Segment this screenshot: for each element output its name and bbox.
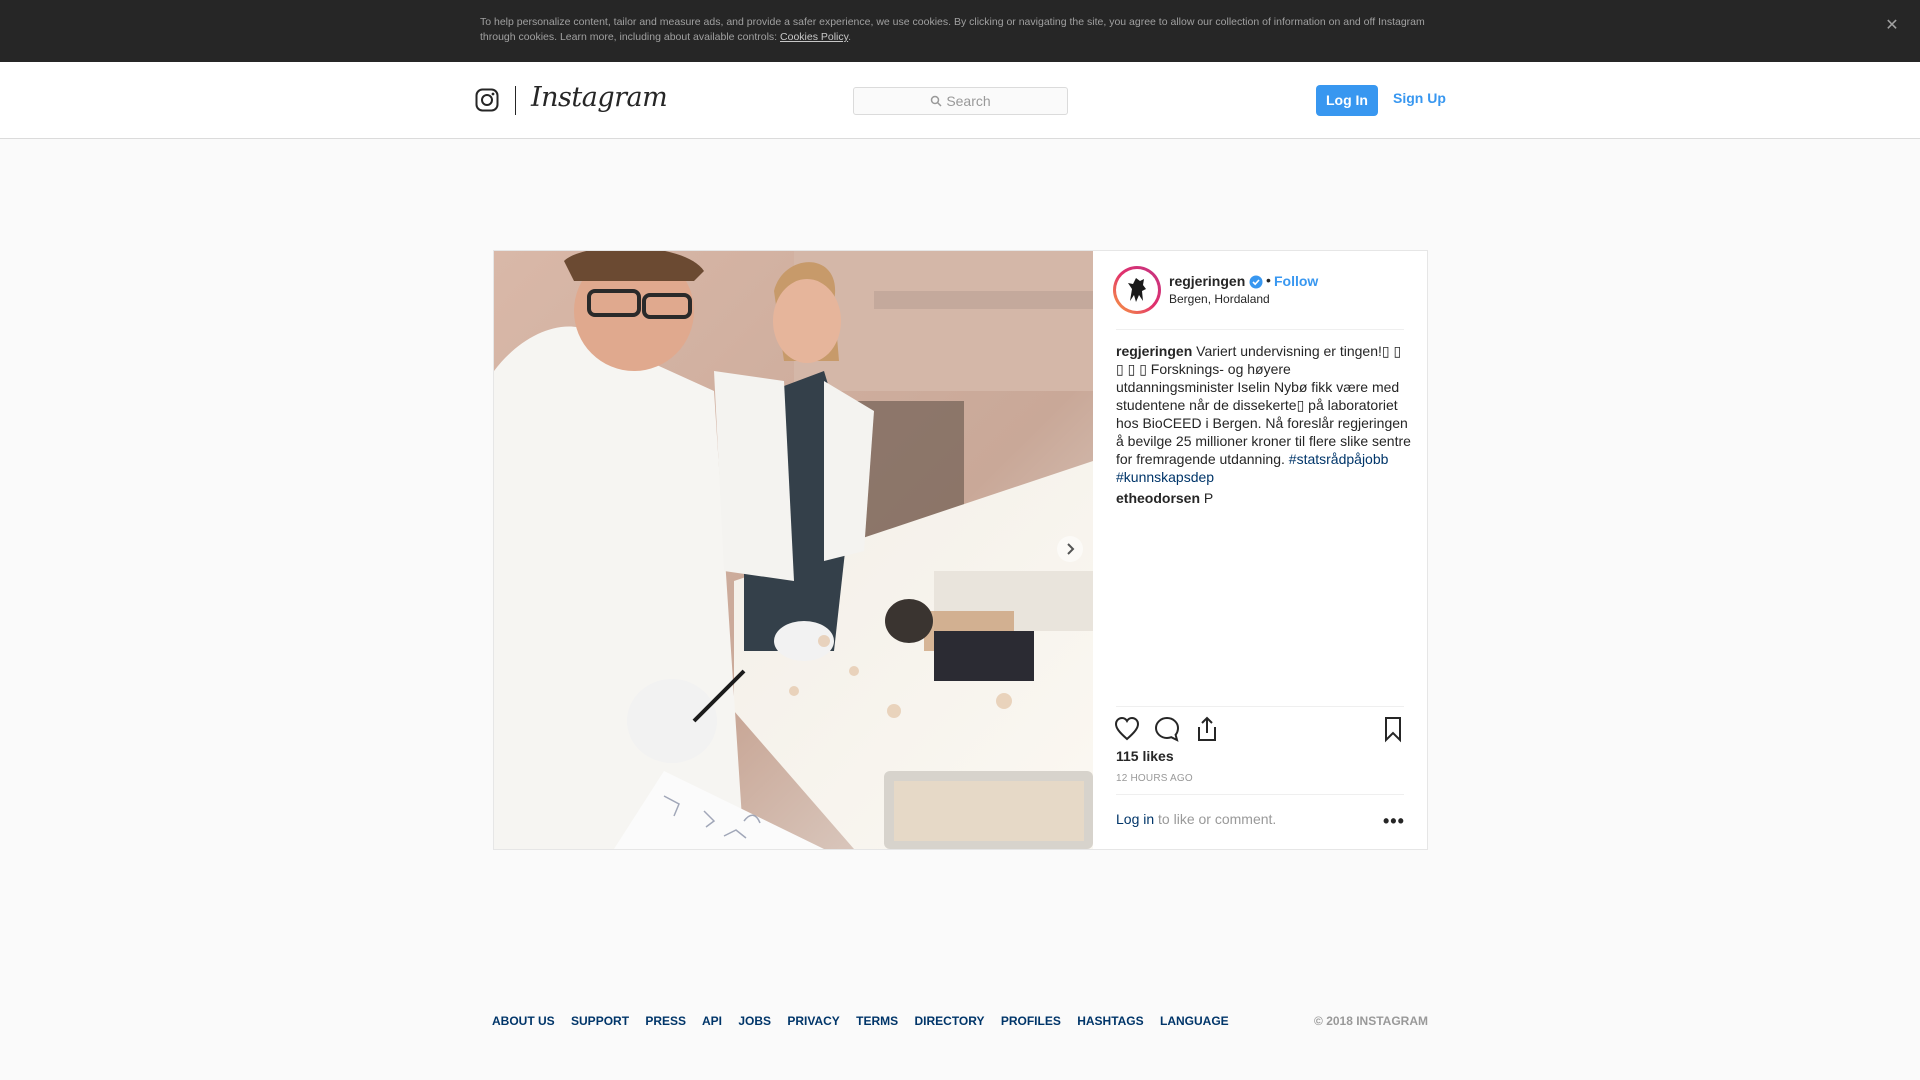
- instagram-wordmark[interactable]: Instagram: [531, 82, 668, 113]
- post-location[interactable]: Bergen, Hordaland: [1169, 292, 1270, 306]
- signup-link[interactable]: Sign Up: [1393, 90, 1446, 106]
- footer-link-language[interactable]: LANGUAGE: [1160, 1014, 1229, 1028]
- likes-count[interactable]: 115 likes: [1116, 748, 1174, 764]
- chevron-right-icon: [1067, 543, 1075, 555]
- cookie-text: To help personalize content, tailor and …: [480, 16, 1425, 43]
- share-icon[interactable]: [1193, 715, 1221, 743]
- bookmark-icon[interactable]: [1379, 715, 1407, 743]
- caption-text: Variert undervisning er tingen!▯ ▯ ▯ ▯ ▯…: [1116, 343, 1411, 467]
- login-prompt-text: to like or comment.: [1154, 811, 1277, 827]
- copyright: © 2018 INSTAGRAM: [1314, 1014, 1428, 1028]
- footer-link-terms[interactable]: TERMS: [856, 1014, 898, 1028]
- footer-link-profiles[interactable]: PROFILES: [1001, 1014, 1061, 1028]
- actions-divider: [1116, 706, 1404, 707]
- footer-link-api[interactable]: API: [702, 1014, 722, 1028]
- instagram-glyph-icon[interactable]: [475, 88, 499, 112]
- more-options-icon[interactable]: •••: [1383, 811, 1405, 832]
- nav-divider: [515, 86, 516, 115]
- post-sidebar: regjeringen • Follow Bergen, Hordaland r…: [1093, 251, 1427, 849]
- footer-link-privacy[interactable]: PRIVACY: [787, 1014, 839, 1028]
- hashtag-link[interactable]: #statsrådpåjobb: [1289, 451, 1389, 467]
- heart-icon[interactable]: [1113, 715, 1141, 743]
- footer-links: ABOUT US SUPPORT PRESS API JOBS PRIVACY …: [492, 1014, 1242, 1028]
- cookie-banner: To help personalize content, tailor and …: [0, 0, 1920, 62]
- verified-badge-icon: [1249, 275, 1263, 289]
- search-placeholder: Search: [946, 93, 991, 109]
- footer-link-about-us[interactable]: ABOUT US: [492, 1014, 555, 1028]
- post-image: [494, 251, 1093, 849]
- cookie-banner-text: To help personalize content, tailor and …: [480, 15, 1440, 45]
- close-icon[interactable]: ✕: [1882, 16, 1902, 36]
- post-caption: regjeringen Variert undervisning er ting…: [1116, 342, 1411, 486]
- caption-username[interactable]: regjeringen: [1116, 343, 1192, 359]
- cookie-text-end: .: [848, 31, 852, 43]
- footer-link-hashtags[interactable]: HASHTAGS: [1077, 1014, 1143, 1028]
- cookies-policy-link[interactable]: Cookies Policy: [780, 31, 848, 43]
- login-prompt: Log in to like or comment.: [1116, 811, 1276, 827]
- post-card: regjeringen • Follow Bergen, Hordaland r…: [493, 250, 1428, 850]
- search-input[interactable]: Search: [853, 87, 1068, 115]
- login-link[interactable]: Log in: [1116, 811, 1154, 827]
- comment-icon[interactable]: [1153, 715, 1181, 743]
- comment-text: P: [1200, 490, 1214, 506]
- top-navigation: Instagram Search Log In Sign Up: [0, 62, 1920, 139]
- footer: ABOUT US SUPPORT PRESS API JOBS PRIVACY …: [492, 1014, 1428, 1030]
- search-placeholder-wrap: Search: [854, 88, 1067, 114]
- bottom-divider: [1116, 794, 1404, 795]
- footer-link-jobs[interactable]: JOBS: [738, 1014, 771, 1028]
- footer-link-press[interactable]: PRESS: [645, 1014, 686, 1028]
- search-icon: [931, 95, 942, 107]
- login-button[interactable]: Log In: [1316, 85, 1378, 116]
- post-photo[interactable]: [494, 251, 1093, 849]
- post-timestamp[interactable]: 12 HOURS AGO: [1116, 773, 1193, 784]
- footer-link-support[interactable]: SUPPORT: [571, 1014, 629, 1028]
- comment-item: etheodorsen P: [1116, 489, 1411, 507]
- separator-dot: •: [1266, 272, 1271, 288]
- post-username[interactable]: regjeringen: [1169, 273, 1245, 289]
- footer-link-directory[interactable]: DIRECTORY: [914, 1014, 984, 1028]
- header-divider: [1116, 329, 1404, 330]
- comment-username[interactable]: etheodorsen: [1116, 490, 1200, 506]
- avatar[interactable]: [1113, 266, 1161, 314]
- lion-crest-icon: [1118, 271, 1156, 309]
- next-photo-button[interactable]: [1057, 536, 1083, 562]
- hashtag-link[interactable]: #kunnskapsdep: [1116, 469, 1214, 485]
- follow-button[interactable]: Follow: [1274, 273, 1318, 289]
- post-header: regjeringen • Follow Bergen, Hordaland: [1093, 251, 1427, 330]
- avatar-image: [1116, 269, 1158, 311]
